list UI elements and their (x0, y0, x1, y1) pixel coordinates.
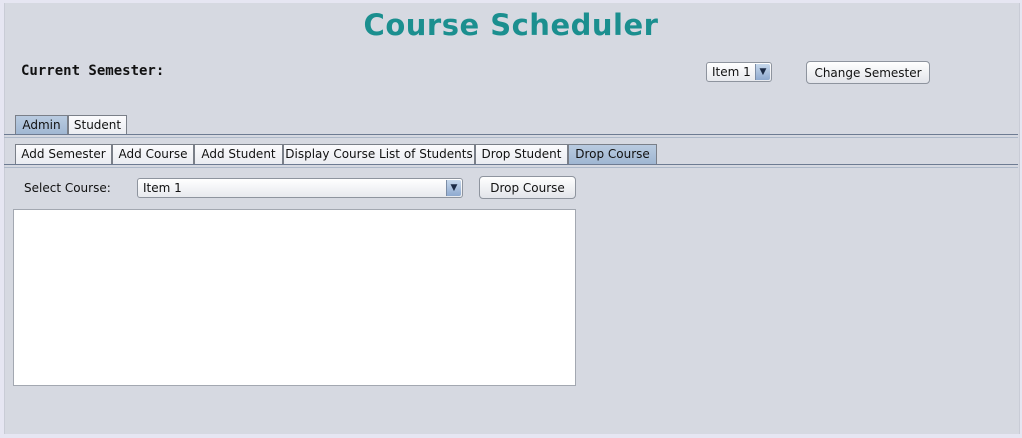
course-select[interactable]: Item 1 ▼ (137, 178, 463, 198)
semester-select[interactable]: Item 1 ▼ (706, 62, 772, 82)
select-course-label: Select Course: (24, 181, 111, 195)
tab-add-student[interactable]: Add Student (194, 144, 283, 164)
tab-add-semester[interactable]: Add Semester (15, 144, 112, 164)
tab-student[interactable]: Student (68, 115, 127, 135)
main-tab-divider-shadow (4, 137, 1018, 138)
chevron-down-icon: ▼ (755, 64, 770, 80)
main-tab-divider (4, 134, 1018, 135)
semester-select-value: Item 1 (712, 65, 751, 79)
current-semester-label: Current Semester: (21, 63, 165, 79)
course-select-value: Item 1 (143, 181, 182, 195)
tab-add-course[interactable]: Add Course (112, 144, 194, 164)
chevron-down-icon: ▼ (446, 180, 461, 196)
app-title: Course Scheduler (363, 8, 659, 42)
tab-drop-course[interactable]: Drop Course (568, 144, 657, 164)
drop-course-button[interactable]: Drop Course (479, 176, 576, 199)
tab-admin[interactable]: Admin (15, 115, 68, 135)
tab-drop-student[interactable]: Drop Student (475, 144, 568, 164)
tab-display-course-list[interactable]: Display Course List of Students (283, 144, 475, 164)
admin-tab-divider (4, 164, 1018, 165)
output-text-area[interactable] (13, 209, 576, 386)
change-semester-button[interactable]: Change Semester (806, 61, 930, 84)
admin-tab-divider-shadow (4, 167, 1018, 168)
